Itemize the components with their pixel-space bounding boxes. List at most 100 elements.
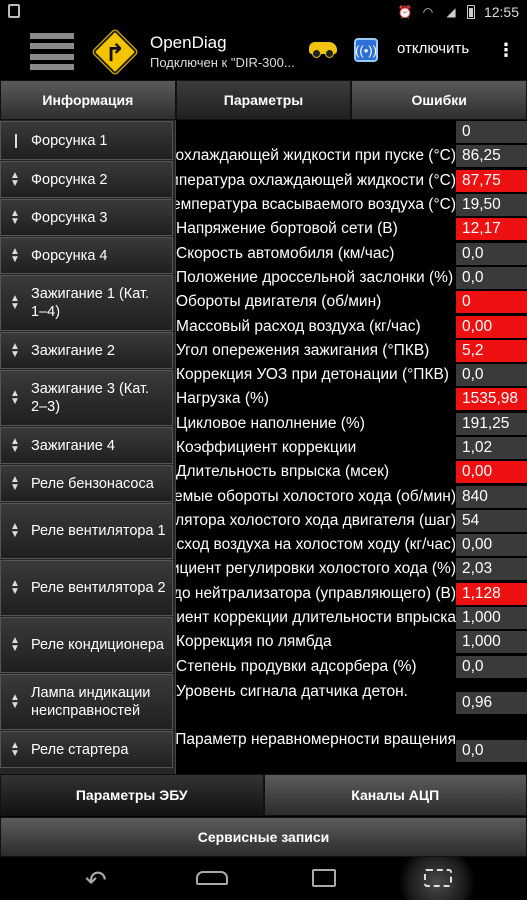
tab-ecu-params[interactable]: Параметры ЭБУ [0, 774, 264, 816]
drawer-item-label: Форсунка 2 [31, 171, 108, 188]
alarm-icon: ⏰ [397, 5, 413, 19]
app-title: OpenDiag [150, 33, 227, 52]
drawer-item[interactable]: ▲ ▼ Зажигание 4 [0, 427, 173, 464]
drawer-item[interactable]: ▲ ▼ Форсунка 3 [0, 199, 173, 236]
param-name: Положение регулятора холостого хода двиг… [176, 511, 456, 529]
drawer-item-label: Зажигание 3 (Кат. 2–3) [31, 381, 150, 415]
drawer-item[interactable]: ▲ ▼ Зажигание 3 (Кат. 2–3) [0, 370, 173, 426]
param-value: 0,0 [456, 266, 527, 289]
param-value: 0 [456, 121, 527, 144]
param-value: 0,00 [456, 315, 527, 338]
param-value: 840 [456, 485, 527, 508]
param-value: 1535,98 [456, 388, 527, 411]
home-icon[interactable] [196, 871, 228, 885]
fullscreen-icon [424, 869, 452, 887]
drawer-item-label: Зажигание 1 (Кат. 1–4) [31, 286, 150, 320]
battery-icon [466, 5, 475, 19]
param-name: Коэффициент коррекции [176, 439, 357, 456]
tab-info[interactable]: Информация [0, 80, 176, 120]
param-name: Температура охлаждающей жидкости (°C) [176, 171, 456, 189]
drawer-item[interactable]: ▲ ▼ Лампа индикации неисправностей [0, 674, 173, 730]
service-records-button[interactable]: Сервисные записи [0, 817, 527, 857]
wifi-adapter-icon[interactable]: ((•)) [354, 38, 378, 62]
bottom-tabs: Параметры ЭБУ Каналы АЦП [0, 774, 527, 816]
param-name: Коррекция по лямбда [176, 633, 332, 651]
navigation-bar: ↶ [0, 857, 527, 900]
drawer-item-label: Реле вентилятора 1 [31, 523, 166, 539]
drawer-item-label: Лампа индикации неисправностей [31, 685, 151, 719]
drawer-item-label: Форсунка 1 [31, 132, 108, 149]
drawer-item-label: Зажигание 2 [31, 342, 115, 359]
param-value: 1,128 [456, 582, 527, 605]
drawer-item[interactable]: ▲ ▼ Реле кондиционера [0, 617, 173, 673]
param-value: 0,96 [456, 691, 527, 714]
param-name: Желаемый расход воздуха на холостом ходу… [176, 536, 456, 554]
param-value: 87,75 [456, 169, 527, 192]
drawer-item[interactable]: ▲ ▼ Зажигание 2 [0, 332, 173, 369]
param-name: Напряжение датчика кислорода до нейтрали… [176, 584, 456, 602]
drawer-item[interactable]: ▲ ▼ Реле бензонасоса [0, 465, 173, 502]
main-tabs: Информация Параметры Ошибки [0, 80, 527, 120]
drawer-item-label: Зажигание 4 [31, 437, 115, 454]
updown-icon: ▲ ▼ [10, 293, 20, 312]
drawer-item[interactable]: ▲ ▼ Реле вентилятора 1 [0, 503, 173, 559]
drawer-item[interactable]: ▲ ▼ Форсунка 4 [0, 237, 173, 274]
updown-icon: ▲ ▼ [10, 340, 20, 360]
param-value: 1,02 [456, 437, 527, 459]
updown-icon: ▲ ▼ [10, 435, 20, 455]
param-name: Коррекция УОЗ при детонации (°ПКВ) [176, 366, 449, 384]
param-name: Коэффициент регулировки холостого хода (… [176, 560, 456, 578]
actuator-drawer: Форсунка 1 ▲ ▼ Форсунка 2 ▲ ▼ Форсунка 3 ▲ ▼ Форс… [0, 120, 176, 774]
updown-icon: ▲ ▼ [10, 739, 20, 759]
param-value: 0,00 [456, 461, 527, 484]
param-name: Скорость автомобиля (км/час) [176, 244, 395, 262]
param-name: Уровень сигнала датчика детон. [176, 682, 408, 700]
param-name: Длительность впрыска (мсек) [176, 463, 390, 481]
drawer-item[interactable]: Форсунка 1 [0, 121, 173, 160]
param-value: 19,50 [456, 194, 527, 217]
cell-signal-icon: ◢ [446, 5, 456, 19]
notification-icon [8, 4, 20, 18]
updown-icon: ▲ ▼ [10, 207, 20, 227]
fullscreen-button[interactable] [397, 857, 477, 900]
back-icon[interactable]: ↶ [85, 865, 107, 896]
tab-adc-channels[interactable]: Каналы АЦП [263, 774, 527, 816]
bar-icon [15, 133, 17, 148]
app-logo-icon: ↱ [92, 28, 138, 75]
drawer-item-label: Форсунка 4 [31, 247, 108, 264]
updown-icon: ▲ ▼ [10, 388, 20, 407]
updown-icon: ▲ ▼ [10, 521, 20, 540]
clock: 12:55 [483, 4, 519, 20]
drawer-item[interactable]: ▲ ▼ Реле вентилятора 2 [0, 560, 173, 616]
param-value: 12,17 [456, 218, 527, 241]
updown-icon: ▲ ▼ [10, 692, 20, 711]
drawer-item[interactable]: ▲ ▼ Зажигание 1 (Кат. 1–4) [0, 275, 173, 331]
param-name: Параметр неравномерности вращения [176, 730, 456, 748]
param-value: 1,000 [456, 607, 527, 630]
drawer-item-label: Реле стартера [31, 741, 129, 758]
param-name: Коэффициент коррекции длительности впрыс… [176, 609, 456, 627]
status-bar: ⏰ ◠ ◢ 12:55 [0, 0, 527, 24]
tab-errors[interactable]: Ошибки [351, 80, 527, 120]
param-value: 0,00 [456, 534, 527, 557]
drawer-item[interactable]: ▲ ▼ Реле стартера [0, 731, 173, 768]
param-value: 86,25 [456, 145, 527, 168]
drawer-item-label: Реле вентилятора 2 [31, 580, 166, 596]
drawer-item-label: Реле кондиционера [31, 637, 164, 653]
param-name: Температура охлаждающей жидкости при пус… [176, 147, 456, 165]
updown-icon: ▲ ▼ [10, 473, 20, 493]
param-value: 5,2 [456, 339, 527, 362]
updown-icon: ▲ ▼ [10, 169, 20, 189]
tab-params[interactable]: Параметры [175, 80, 352, 120]
param-value: 0,0 [456, 364, 527, 387]
drawer-item[interactable]: ▲ ▼ Форсунка 2 [0, 161, 173, 198]
drawer-item-label: Форсунка 3 [31, 209, 108, 226]
param-name: Нагрузка (%) [176, 390, 269, 408]
param-value: 1,000 [456, 631, 527, 654]
disconnect-button[interactable]: отключить [397, 40, 469, 57]
recent-apps-icon[interactable] [312, 869, 336, 887]
car-icon[interactable] [309, 42, 337, 58]
overflow-menu-icon[interactable]: ⋮ [497, 40, 515, 61]
menu-icon[interactable] [30, 30, 74, 74]
updown-icon: ▲ ▼ [10, 245, 20, 265]
